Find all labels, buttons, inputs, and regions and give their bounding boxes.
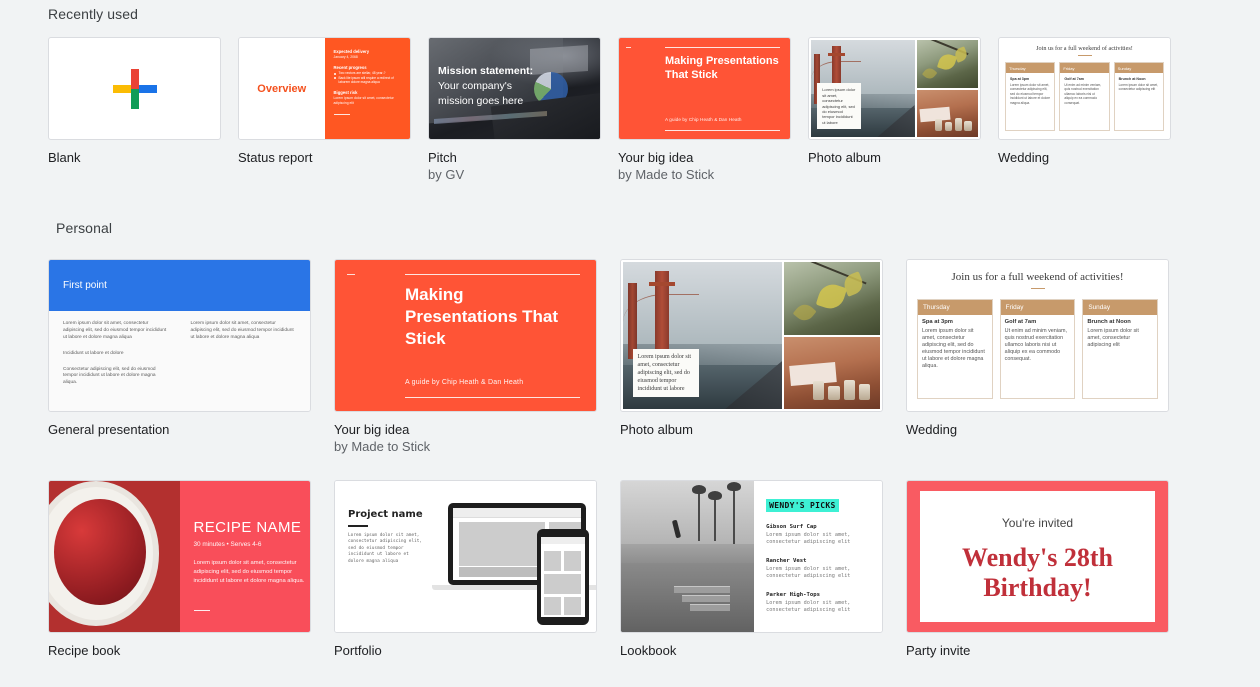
- bridge-photo: Lorem ipsum dolor sit amet, consectetur …: [811, 40, 915, 137]
- template-card-recipe-book[interactable]: RECIPE NAME 30 minutes • Serves 4-6 Lore…: [48, 480, 311, 659]
- template-label: Your big idea: [618, 150, 694, 165]
- template-thumb-your-big-idea[interactable]: Making Presentations That Stick A guide …: [618, 37, 791, 140]
- status-report-overview: Overview: [239, 38, 325, 139]
- lookbook-title: WENDY'S PICKS: [766, 499, 839, 512]
- wedding-column: Friday Golf at 7am Ut enim ad minim veni…: [999, 299, 1076, 399]
- template-card-lookbook[interactable]: WENDY'S PICKS Gibson Surf Cap Lorem ipsu…: [620, 480, 883, 659]
- wedding-column: Sunday Brunch at Noon Lorem ipsum dolor …: [1082, 299, 1159, 399]
- template-thumb-general-presentation[interactable]: First point Lorem ipsum dolor sit amet, …: [48, 259, 311, 412]
- lookbook-item: Gibson Surf Cap Lorem ipsum dolor sit am…: [766, 524, 851, 546]
- pitch-line1: Mission statement:: [438, 65, 534, 77]
- template-label: Lookbook: [620, 643, 677, 658]
- section-title-recently-used: Recently used: [48, 6, 139, 22]
- template-label: Photo album: [808, 150, 881, 165]
- template-sublabel: by Made to Stick: [334, 439, 431, 454]
- template-label: Party invite: [906, 643, 971, 658]
- project-name: Project name: [348, 509, 423, 520]
- template-card-wedding[interactable]: Join us for a full weekend of activities…: [998, 37, 1171, 166]
- invite-line1: You're invited: [1001, 516, 1074, 530]
- template-card-photo-album[interactable]: Lorem ipsum dolor sit amet, consectetur …: [620, 259, 883, 438]
- bridge-photo: Lorem ipsum dolor sit amet, consectetur …: [623, 262, 783, 409]
- template-thumb-your-big-idea[interactable]: Making Presentations That Stick A guide …: [334, 259, 597, 412]
- lookbook-item: Rancher Vest Lorem ipsum dolor sit amet,…: [766, 557, 851, 580]
- template-sublabel: by Made to Stick: [618, 167, 715, 182]
- template-card-portfolio[interactable]: Project name Lorem ipsum dolor sit amet,…: [334, 480, 597, 659]
- gp-heading: First point: [63, 280, 107, 292]
- ybi-byline: A guide by Chip Heath & Dan Heath: [665, 117, 742, 122]
- template-card-general-presentation[interactable]: First point Lorem ipsum dolor sit amet, …: [48, 259, 311, 438]
- template-card-blank[interactable]: Blank: [48, 37, 221, 166]
- template-thumb-blank[interactable]: [48, 37, 221, 140]
- ybi-byline: A guide by Chip Heath & Dan Heath: [405, 379, 524, 386]
- leaf-photo: [916, 40, 978, 88]
- template-label: Blank: [48, 150, 81, 165]
- template-card-your-big-idea[interactable]: Making Presentations That Stick A guide …: [618, 37, 791, 183]
- template-label: Wedding: [998, 150, 1050, 165]
- template-label: Portfolio: [334, 643, 382, 658]
- invite-line2: Wendy's 28th Birthday!: [962, 543, 1113, 602]
- template-card-photo-album[interactable]: Lorem ipsum dolor sit amet, consectetur …: [808, 37, 981, 166]
- pitch-line3: mission goes here: [438, 95, 524, 107]
- wedding-column: Thursday Spa at 3pm Lorem ipsum dolor si…: [1005, 62, 1056, 131]
- template-card-wedding[interactable]: Join us for a full weekend of activities…: [906, 259, 1169, 438]
- divider: [333, 113, 350, 115]
- pitch-line2: Your company's: [438, 80, 512, 92]
- template-label: Pitch: [428, 150, 457, 165]
- template-thumb-wedding[interactable]: Join us for a full weekend of activities…: [998, 37, 1171, 140]
- template-card-party-invite[interactable]: You're invited Wendy's 28th Birthday! Pa…: [906, 480, 1169, 659]
- template-thumb-recipe-book[interactable]: RECIPE NAME 30 minutes • Serves 4-6 Lore…: [48, 480, 311, 633]
- template-thumb-party-invite[interactable]: You're invited Wendy's 28th Birthday!: [906, 480, 1169, 633]
- template-label: General presentation: [48, 422, 170, 437]
- divider: [193, 610, 210, 612]
- template-thumb-pitch[interactable]: Mission statement: Your company's missio…: [428, 37, 601, 140]
- template-thumb-portfolio[interactable]: Project name Lorem ipsum dolor sit amet,…: [334, 480, 597, 633]
- google-plus-icon: [112, 67, 157, 111]
- template-sublabel: by GV: [428, 167, 465, 182]
- template-label: Recipe book: [48, 643, 121, 658]
- lookbook-item: Parker High-Tops Lorem ipsum dolor sit a…: [766, 591, 851, 614]
- template-label: Your big idea: [334, 422, 410, 437]
- template-thumb-photo-album[interactable]: Lorem ipsum dolor sit amet, consectetur …: [620, 259, 883, 412]
- status-report-details: Expected delivery January 4, 2068 Recent…: [324, 38, 410, 139]
- template-label: Status report: [238, 150, 313, 165]
- template-label: Wedding: [906, 422, 958, 437]
- table-photo: [784, 336, 880, 409]
- recipe-name: RECIPE NAME: [193, 519, 302, 536]
- template-thumb-photo-album[interactable]: Lorem ipsum dolor sit amet, consectetur …: [808, 37, 981, 140]
- wedding-title: Join us for a full weekend of activities…: [1036, 45, 1133, 52]
- album-caption: Lorem ipsum dolor sit amet, consectetur …: [632, 349, 699, 398]
- wedding-column: Sunday Brunch at Noon Lorem ipsum dolor …: [1113, 62, 1164, 131]
- ybi-title: Making Presentations That Stick: [665, 55, 779, 81]
- overview-text: Overview: [257, 82, 307, 95]
- raspberries-photo: [49, 481, 180, 632]
- template-thumb-wedding[interactable]: Join us for a full weekend of activities…: [906, 259, 1169, 412]
- leaf-photo: [784, 262, 880, 335]
- phone-mockup: [537, 529, 589, 625]
- template-card-pitch[interactable]: Mission statement: Your company's missio…: [428, 37, 601, 183]
- template-gallery: Recently used Blank Overview Expected de…: [0, 0, 1260, 687]
- template-card-your-big-idea[interactable]: Making Presentations That Stick A guide …: [334, 259, 597, 455]
- wedding-title: Join us for a full weekend of activities…: [951, 271, 1124, 283]
- portfolio-text: Lorem ipsum dolor sit amet, consectetur …: [348, 533, 423, 564]
- template-thumb-status-report[interactable]: Overview Expected delivery January 4, 20…: [238, 37, 411, 140]
- template-card-status-report[interactable]: Overview Expected delivery January 4, 20…: [238, 37, 411, 166]
- ybi-title: Making Presentations That Stick: [405, 285, 559, 348]
- skater-photo: [621, 481, 755, 632]
- wedding-column: Friday Golf at 7am Ut enim ad minim veni…: [1059, 62, 1110, 131]
- template-thumb-lookbook[interactable]: WENDY'S PICKS Gibson Surf Cap Lorem ipsu…: [620, 480, 883, 633]
- album-caption: Lorem ipsum dolor sit amet, consectetur …: [817, 83, 862, 130]
- table-photo: [916, 89, 978, 137]
- wedding-column: Thursday Spa at 3pm Lorem ipsum dolor si…: [917, 299, 993, 399]
- recipe-meta: 30 minutes • Serves 4-6: [193, 541, 262, 548]
- section-title-personal: Personal: [56, 220, 113, 236]
- recipe-text: Lorem ipsum dolor sit amet, consectetur …: [193, 560, 305, 584]
- template-label: Photo album: [620, 422, 693, 437]
